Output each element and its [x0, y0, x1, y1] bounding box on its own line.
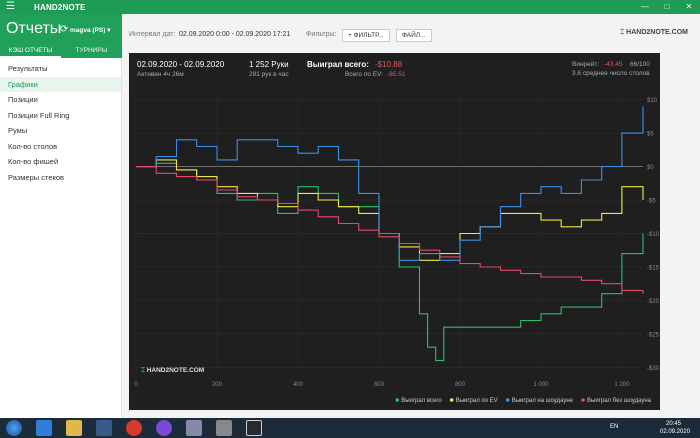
series-line-ev [136, 159, 644, 261]
y-tick-label: -$5 [647, 199, 656, 205]
filter-button[interactable]: + ФИЛЬТР... [342, 29, 390, 42]
legend-marker-total [395, 398, 400, 402]
account-name: magva (PS) [70, 27, 106, 34]
vertical-scrollbar[interactable] [663, 53, 671, 410]
viber-icon[interactable] [156, 420, 172, 436]
chevron-down-icon: ▾ [107, 27, 111, 34]
sidebar-header: Отчеты ⟳ magva (PS) ▾ КЭШ ОТЧЕТЫ ТУРНИРЫ [0, 14, 122, 58]
x-tick-label: 600 [374, 382, 385, 388]
sidebar-item-graphs[interactable]: Графики [0, 76, 121, 92]
y-tick-label: -$30 [647, 366, 660, 372]
brand-text: HAND2NOTE.COM [626, 29, 688, 36]
minimize-icon[interactable]: — [634, 0, 656, 14]
maximize-icon[interactable]: □ [656, 0, 678, 14]
language-indicator[interactable]: EN [610, 424, 618, 430]
legend-label-ev: Выиграл по EV [456, 398, 498, 404]
hands-per-hour: 281 рук в час [249, 71, 289, 78]
y-tick-label: -$20 [647, 299, 660, 305]
x-tick-label: 1 200 [614, 382, 630, 388]
series-line-nonshowdown [136, 166, 644, 294]
avg-tables: 3.6 среднее число столов [572, 70, 650, 77]
app-icon[interactable] [216, 420, 232, 436]
clock-time: 20:45 [666, 421, 682, 427]
profit-chart: $10 $5 $0 -$5 -$10 -$15 -$20 -$25 -$30 0 200 400 600… [134, 93, 660, 404]
legend-marker-showdown [505, 398, 510, 402]
start-button-icon[interactable] [6, 420, 22, 436]
legend-label-total: Выиграл всего [401, 398, 442, 404]
winrate-unit: 66/100 [630, 61, 650, 68]
media-player-icon[interactable] [96, 420, 112, 436]
y-tick-label: $0 [647, 165, 654, 171]
app-window: ☰ HAND2NOTE — □ ✕ Отчеты ⟳ magva (PS) ▾ … [0, 0, 700, 418]
watermark-text: HAND2NOTE.COM [146, 367, 205, 374]
sidebar: Результаты Графики Позиции Позиции Full … [0, 58, 122, 418]
date-interval-picker[interactable]: 02.09.2020 0:00 - 02.09.2020 17:21 [179, 31, 290, 38]
tab-tournaments[interactable]: ТУРНИРЫ [61, 44, 122, 58]
ev-total-value: -$5.51 [387, 71, 406, 78]
hands-count: 1 252 Руки [249, 60, 289, 69]
report-tabs: КЭШ ОТЧЕТЫ ТУРНИРЫ [0, 44, 122, 58]
legend-label-nonshowdown: Выиграл без шоудауна [587, 398, 652, 404]
sidebar-item-table-count[interactable]: Кол-во столов [0, 139, 121, 155]
page-title: Отчеты [6, 20, 62, 37]
clock-date: 02.09.2020 [660, 429, 691, 435]
refresh-icon[interactable]: ⟳ [60, 24, 68, 35]
legend-label-showdown: Выиграл на шоудауне [512, 398, 574, 404]
active-time: Активен 4ч 26м [137, 71, 184, 78]
file-explorer-icon[interactable] [66, 420, 82, 436]
legend-marker-nonshowdown [581, 398, 585, 402]
tab-cash-reports[interactable]: КЭШ ОТЧЕТЫ [0, 44, 61, 58]
sidebar-item-positions[interactable]: Позиции [0, 92, 121, 108]
opera-browser-icon[interactable] [126, 420, 142, 436]
x-tick-label: 800 [455, 382, 466, 388]
file-button[interactable]: ФАЙЛ... [396, 29, 432, 42]
y-tick-label: $5 [647, 132, 654, 138]
chart-watermark: ⌶ HAND2NOTE.COM [141, 367, 204, 375]
account-selector[interactable]: magva (PS) ▾ [70, 26, 110, 34]
sidebar-item-chip-count[interactable]: Кол-во фишей [0, 154, 121, 170]
won-total-value: -$10.88 [375, 60, 403, 69]
app-icon[interactable] [186, 420, 202, 436]
sidebar-item-rooms[interactable]: Румы [0, 123, 121, 139]
ev-total-label: Всего по EV: [345, 71, 384, 78]
sidebar-item-stack-sizes[interactable]: Размеры стеков [0, 170, 121, 186]
brand-logo[interactable]: ⌶ HAND2NOTE.COM [620, 29, 688, 37]
hand2note-taskbar-icon[interactable] [246, 420, 262, 436]
filter-bar: Интервал дат: 02.09.2020 0:00 - 02.09.20… [122, 24, 700, 46]
x-tick-label: 0 [134, 382, 138, 388]
y-tick-label: -$25 [647, 332, 660, 338]
winrate-value: -43.45 [604, 61, 623, 68]
sidebar-item-positions-full-ring[interactable]: Позиции Full Ring [0, 108, 121, 124]
won-total-label: Выиграл всего: [307, 60, 369, 69]
x-tick-label: 400 [293, 382, 304, 388]
filter-button-label: ФИЛЬТР... [353, 32, 384, 39]
taskbar: EN 20:45 02.09.2020 [0, 418, 700, 438]
y-tick-label: -$10 [647, 232, 660, 238]
close-icon[interactable]: ✕ [678, 0, 700, 14]
hamburger-menu-icon[interactable]: ☰ [6, 2, 18, 12]
date-range: 02.09.2020 - 02.09.2020 [137, 60, 225, 69]
interval-label: Интервал дат: [129, 31, 176, 38]
ie-browser-icon[interactable] [36, 420, 52, 436]
filters-label: Фильтры: [306, 31, 337, 38]
app-title: HAND2NOTE [34, 2, 86, 12]
legend-marker-ev [449, 398, 454, 402]
y-tick-label: -$15 [647, 265, 660, 271]
y-tick-label: $10 [647, 98, 658, 104]
title-bar: ☰ HAND2NOTE — □ ✕ [0, 0, 700, 14]
sidebar-item-results[interactable]: Результаты [0, 61, 121, 77]
x-tick-label: 200 [212, 382, 223, 388]
winrate-label: Винрейт: [572, 61, 600, 68]
x-tick-label: 1 000 [533, 382, 549, 388]
chart-panel: $10 $5 $0 -$5 -$10 -$15 -$20 -$25 -$30 0 200 400 600… [129, 53, 660, 410]
